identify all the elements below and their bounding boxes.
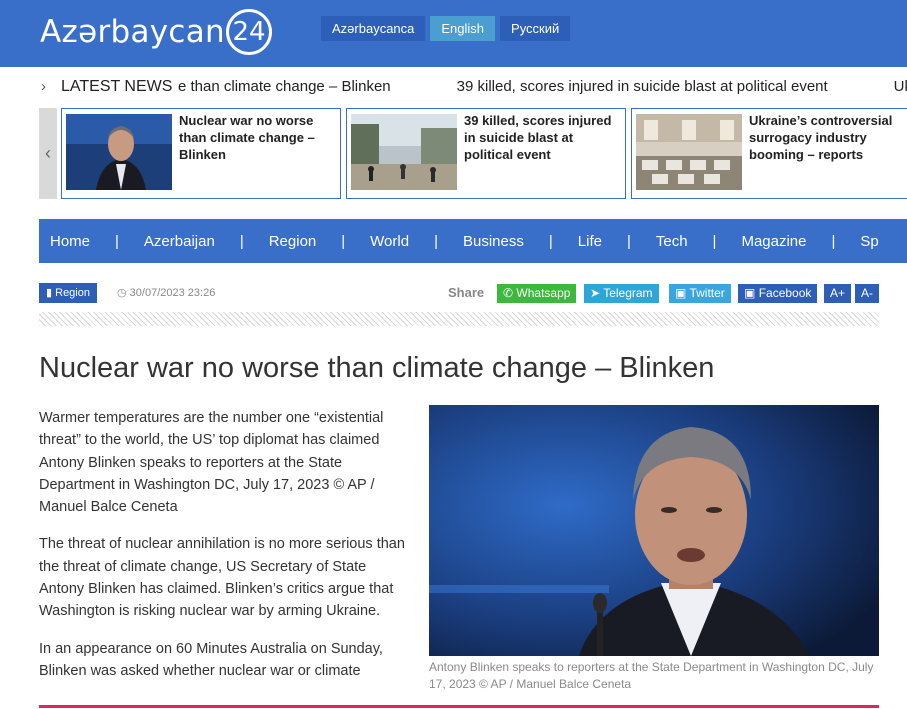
featured-card[interactable]: Nuclear war no worse than climate change… — [61, 108, 341, 199]
nav-separator: | — [626, 232, 631, 250]
accent-divider — [39, 705, 879, 708]
share-label: Share — [448, 285, 485, 300]
whatsapp-icon: ✆ — [503, 286, 514, 300]
share-twitter-button[interactable]: ▣ Twitter — [669, 284, 731, 303]
nav-item-home[interactable]: Home — [39, 233, 101, 250]
share-whatsapp-button[interactable]: ✆ Whatsapp — [497, 284, 577, 303]
chevron-left-icon: ‹ — [45, 143, 51, 163]
site-logo[interactable]: Azərbaycan 24 — [40, 7, 273, 57]
telegram-icon: ➤ — [590, 286, 601, 300]
nav-item-azerbaijan[interactable]: Azerbaijan — [133, 233, 226, 250]
article-headline: Nuclear war no worse than climate change… — [39, 352, 715, 384]
lang-english[interactable]: English — [430, 16, 496, 41]
latest-news-ticker: › LATEST NEWS e than climate change – Bl… — [0, 74, 907, 100]
nav-separator: | — [239, 232, 244, 250]
category-label: Region — [55, 287, 90, 299]
share-button-label: Whatsapp — [516, 286, 571, 300]
article-paragraph: Warmer temperatures are the number one “… — [39, 410, 384, 516]
article-main-image — [429, 405, 879, 656]
featured-card[interactable]: 39 killed, scores injured in suicide bla… — [346, 108, 626, 199]
featured-thumbnail[interactable] — [66, 114, 172, 190]
article-body: Warmer temperatures are the number one “… — [39, 407, 409, 697]
font-decrease-button[interactable]: A- — [855, 284, 879, 303]
facebook-icon: ▣ — [744, 286, 756, 300]
nav-item-sport[interactable]: Sp — [849, 233, 889, 250]
article-paragraph: The threat of nuclear annihilation is no… — [39, 536, 405, 620]
nav-item-magazine[interactable]: Magazine — [730, 233, 817, 250]
language-switcher: Azərbaycanca English Русский — [321, 16, 571, 41]
nav-item-region[interactable]: Region — [258, 233, 328, 250]
lang-azerbaijani[interactable]: Azərbaycanca — [321, 16, 426, 41]
ticker-item[interactable]: e than climate change – Blinken — [178, 78, 391, 95]
slider-prev-button[interactable]: ‹ — [39, 108, 57, 199]
nav-separator: | — [341, 232, 346, 250]
nav-item-tech[interactable]: Tech — [645, 233, 699, 250]
publish-date: ◷ 30/07/2023 23:26 — [117, 286, 215, 299]
date-text: 30/07/2023 23:26 — [129, 287, 216, 299]
logo-text: Azərbaycan — [40, 14, 226, 50]
font-increase-button[interactable]: A+ — [824, 284, 852, 303]
clock-icon: ◷ — [117, 287, 127, 299]
featured-title[interactable]: Nuclear war no worse than climate change… — [179, 112, 336, 163]
site-header: Azərbaycan 24 Azərbaycanca English Русск… — [0, 0, 907, 67]
ticker-item[interactable]: Uk — [894, 78, 907, 95]
nav-separator: | — [434, 232, 438, 250]
share-button-label: Facebook — [758, 286, 812, 300]
image-caption: Antony Blinken speaks to reporters at th… — [429, 660, 874, 691]
share-telegram-button[interactable]: ➤ Telegram — [584, 284, 659, 303]
nav-item-business[interactable]: Business — [452, 233, 535, 250]
featured-thumbnail[interactable] — [636, 114, 742, 190]
nav-separator: | — [115, 232, 119, 250]
featured-title[interactable]: Ukraine’s controversial surrogacy indust… — [749, 112, 906, 163]
ticker-label: LATEST NEWS — [61, 78, 179, 96]
main-nav: Home | Azerbaijan | Region | World | Busines… — [39, 219, 907, 263]
featured-title[interactable]: 39 killed, scores injured in suicide bla… — [464, 112, 621, 163]
share-button-label: Twitter — [689, 286, 725, 300]
featured-thumbnail[interactable] — [351, 114, 457, 190]
lang-russian[interactable]: Русский — [500, 16, 571, 41]
article-paragraph: In an appearance on 60 Minutes Australia… — [39, 640, 383, 679]
chevron-right-icon: › — [41, 78, 46, 95]
nav-item-world[interactable]: World — [359, 233, 420, 250]
twitter-icon: ▣ — [675, 286, 687, 300]
logo-number: 24 — [226, 9, 273, 55]
nav-item-life[interactable]: Life — [567, 233, 613, 250]
share-facebook-button[interactable]: ▣ Facebook — [738, 284, 818, 303]
category-badge[interactable]: ▮ Region — [39, 283, 97, 303]
featured-card[interactable]: Ukraine’s controversial surrogacy indust… — [631, 108, 907, 199]
ticker-track: e than climate change – Blinken 39 killed… — [178, 78, 907, 95]
featured-slider: ‹ Nuclear war no worse than climate chan… — [39, 108, 907, 199]
nav-separator: | — [712, 232, 717, 250]
folder-icon: ▮ — [46, 287, 53, 299]
nav-separator: | — [548, 232, 553, 250]
share-button-label: Telegram — [603, 286, 653, 300]
hatched-divider — [39, 312, 879, 326]
nav-separator: | — [831, 232, 836, 250]
ticker-item[interactable]: 39 killed, scores injured in suicide bla… — [457, 78, 828, 95]
